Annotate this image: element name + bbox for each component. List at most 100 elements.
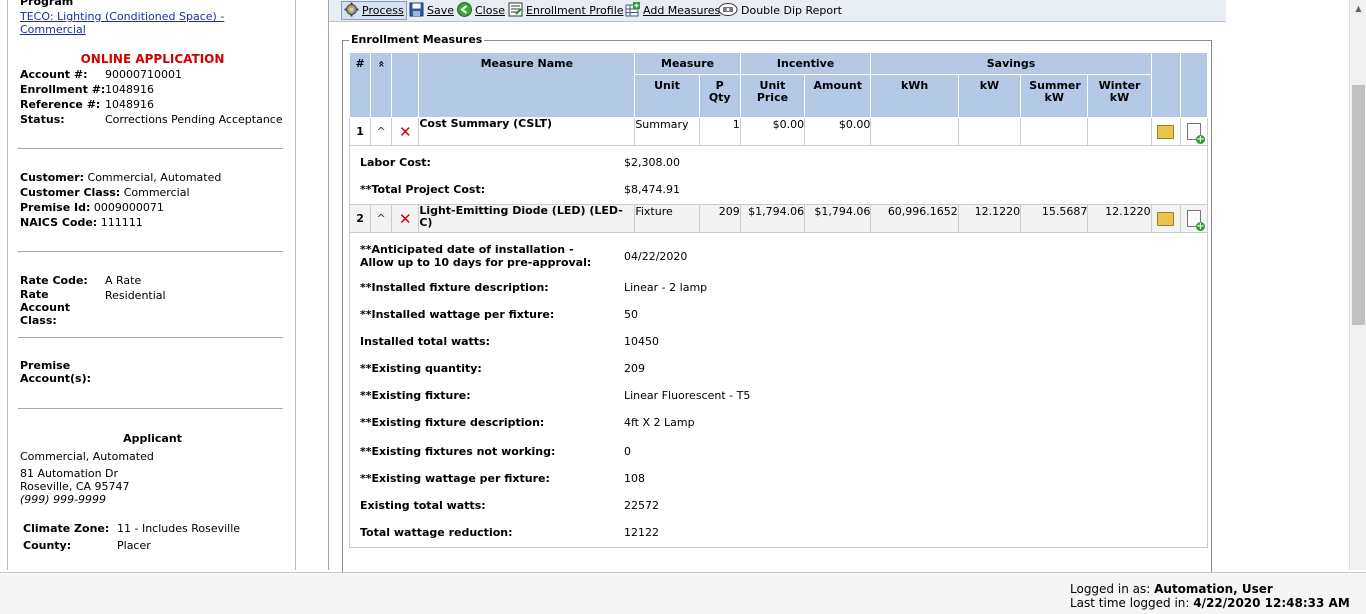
- applicant-name: Commercial, Automated: [20, 450, 154, 463]
- measure-row: 2 ^ ✕ Light-Emitting Diode (LED) (LED-C)…: [348, 204, 1209, 233]
- measure-details: Labor Cost: $2,308.00 **Total Project Cos…: [349, 145, 1208, 205]
- move-up-button[interactable]: ^: [370, 117, 393, 146]
- logged-in-line: Logged in as: Automation, User: [1070, 582, 1350, 596]
- detail-row: **Existing fixture: Linear Fluorescent - …: [350, 385, 1207, 412]
- last-login-line: Last time logged in: 4/22/2020 12:48:33 …: [1070, 596, 1350, 610]
- report-icon: [508, 2, 523, 17]
- scroll-thumb[interactable]: [1352, 85, 1365, 325]
- savings-group-header: Savings: [870, 52, 1152, 75]
- detail-row: **Existing fixtures not working: 0: [350, 439, 1207, 466]
- winter-kw-header: Winter kW: [1087, 74, 1152, 118]
- measure-unit: Summary: [634, 117, 700, 146]
- measure-winter-kw: [1087, 117, 1152, 146]
- measure-unit-price: $1,794.06: [739, 204, 806, 233]
- row-number: 2: [348, 204, 372, 233]
- close-label: Close: [475, 4, 505, 17]
- detail-value: 108: [624, 472, 645, 485]
- summer-kw-header: Summer kW: [1020, 74, 1089, 118]
- detail-label: **Existing wattage per fixture:: [360, 472, 550, 485]
- enrollment-profile-button[interactable]: Enrollment Profile: [508, 2, 624, 19]
- reference-label: Reference #:: [20, 98, 101, 111]
- naics-value: 111111: [100, 216, 143, 229]
- county-value: Placer: [117, 539, 151, 552]
- sort-up-icon: »: [374, 60, 388, 68]
- last-login-label: Last time logged in:: [1070, 596, 1190, 610]
- process-button[interactable]: Process: [341, 1, 407, 20]
- divider: [18, 408, 283, 409]
- measure-kwh: [870, 117, 959, 146]
- delete-measure-button[interactable]: ✕: [391, 204, 420, 233]
- open-folder-button[interactable]: [1150, 204, 1181, 233]
- detail-label: **Total Project Cost:: [360, 183, 486, 196]
- detail-row: **Existing fixture description: 4ft X 2 L…: [350, 412, 1207, 439]
- vertical-scrollbar[interactable]: ▲: [1349, 0, 1366, 570]
- climate-zone-row: Climate Zone: 11 - Includes Roseville: [23, 521, 293, 536]
- toolbar: Process Save Close Enrollment Profile Ad…: [329, 0, 1226, 22]
- measure-amount: $0.00: [804, 117, 872, 146]
- detail-value: 0: [624, 445, 631, 458]
- detail-row: **Installed fixture description: Linear -…: [350, 277, 1207, 304]
- account-value: 90000710001: [105, 68, 182, 81]
- detail-row: **Installed wattage per fixture: 50: [350, 304, 1207, 331]
- logged-in-user: Automation, User: [1154, 582, 1273, 596]
- add-document-button[interactable]: [1179, 117, 1209, 146]
- status-value: Corrections Pending Acceptance: [105, 113, 283, 126]
- double-dip-report-button[interactable]: Double Dip Report: [718, 2, 842, 19]
- kwh-header: kWh: [870, 74, 959, 118]
- incentive-group-header: Incentive: [739, 52, 872, 75]
- gear-icon: [344, 2, 359, 17]
- open-folder-button[interactable]: [1150, 117, 1181, 146]
- detail-value: 10450: [624, 335, 659, 348]
- naics-label: NAICS Code:: [20, 216, 98, 229]
- scroll-up-arrow-icon[interactable]: ▲: [1350, 0, 1366, 17]
- delete-x-icon: ✕: [398, 209, 412, 228]
- detail-label: **Anticipated date of installation - All…: [360, 243, 592, 269]
- rate-account-class-label: Rate Account Class:: [20, 288, 71, 327]
- status-label: Status:: [20, 113, 65, 126]
- account-row: Account #: 90000710001: [20, 67, 290, 82]
- add-document-icon: [1186, 123, 1205, 144]
- delete-measure-button[interactable]: ✕: [391, 117, 420, 146]
- detail-row: Labor Cost: $2,308.00: [350, 148, 1207, 175]
- applicant-phone: (999) 999-9999: [20, 493, 107, 506]
- customer-class-row: Customer Class: Commercial: [20, 185, 290, 200]
- enrollment-value: 1048916: [105, 83, 154, 96]
- measure-kwh: 60,996.1652: [870, 204, 959, 233]
- detail-value: 209: [624, 362, 645, 375]
- online-application-title: ONLINE APPLICATION: [80, 52, 225, 66]
- measure-name: Cost Summary (CSLT): [418, 117, 636, 146]
- applicant-title: Applicant: [123, 432, 182, 445]
- unit-price-header-label: Unit Price: [756, 79, 789, 104]
- detail-row: **Existing wattage per fixture: 108: [350, 466, 1207, 493]
- add-doc-column-header: [1179, 52, 1209, 118]
- sort-header[interactable]: »: [370, 52, 393, 118]
- close-button[interactable]: Close: [457, 2, 505, 19]
- account-label: Account #:: [20, 68, 88, 81]
- measure-unit-price: $0.00: [739, 117, 806, 146]
- detail-label: Installed total watts:: [360, 335, 491, 348]
- detail-row: Installed total watts: 10450: [350, 331, 1207, 358]
- rate-code-label: Rate Code:: [20, 274, 88, 287]
- move-up-button[interactable]: ^: [370, 204, 393, 233]
- summer-kw-header-label: Summer kW: [1029, 79, 1081, 104]
- detail-label: **Installed fixture description:: [360, 281, 549, 294]
- folder-column-header: [1150, 52, 1181, 118]
- detail-label: **Installed wattage per fixture:: [360, 308, 555, 321]
- measure-name: Light-Emitting Diode (LED) (LED-C): [418, 204, 636, 233]
- rate-account-class-row: Rate Account Class: Residential: [20, 288, 290, 327]
- measure-amount: $1,794.06: [804, 204, 872, 233]
- customer-value: Commercial, Automated: [87, 171, 222, 184]
- detail-value: 50: [624, 308, 638, 321]
- enrollment-row: Enrollment #: 1048916: [20, 82, 290, 97]
- premise-accounts-label: Premise Account(s):: [20, 359, 92, 385]
- add-document-button[interactable]: [1179, 204, 1209, 233]
- rate-account-class-value: Residential: [105, 289, 166, 302]
- enrollment-label: Enrollment #:: [20, 83, 106, 96]
- logged-in-label: Logged in as:: [1070, 582, 1151, 596]
- login-info: Logged in as: Automation, User Last time…: [1070, 582, 1350, 610]
- add-measures-button[interactable]: Add Measures: [625, 2, 720, 19]
- save-button[interactable]: Save: [409, 2, 454, 19]
- add-measures-label: Add Measures: [643, 4, 721, 17]
- program-link[interactable]: TECO: Lighting (Conditioned Space) - Com…: [20, 10, 235, 36]
- program-label: Program: [20, 0, 74, 8]
